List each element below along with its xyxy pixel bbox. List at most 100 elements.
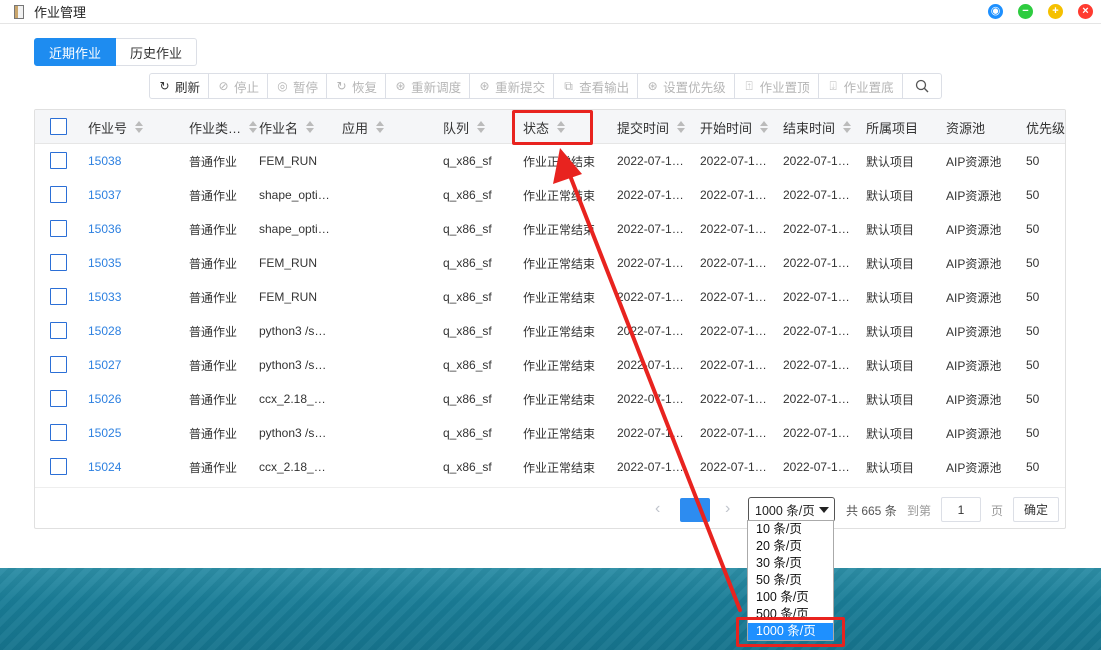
current-page-button[interactable] — [680, 498, 710, 522]
cell-id[interactable]: 15025 — [88, 416, 168, 450]
window-titlebar: 作业管理 ◉ − + × — [0, 0, 1101, 24]
page-size-option[interactable]: 50 条/页 — [748, 572, 833, 589]
table-row[interactable]: 15036 普通作业 shape_opti… q_x86_sf 作业正常结束 2022-0… — [35, 212, 1065, 246]
cell-app — [342, 144, 432, 178]
page-size-select[interactable]: 1000 条/页 — [748, 497, 835, 522]
cell-queue: q_x86_sf — [443, 154, 492, 168]
row-checkbox[interactable] — [50, 220, 67, 237]
cell-end: 2022-07-1… — [783, 358, 850, 372]
column-header[interactable]: 资源池 — [946, 110, 985, 144]
column-header[interactable]: 开始时间 — [700, 110, 769, 144]
select-all-checkbox[interactable] — [50, 118, 67, 135]
row-checkbox[interactable] — [50, 390, 67, 407]
cell-id[interactable]: 15036 — [88, 212, 168, 246]
table-row[interactable]: 15024 普通作业 ccx_2.18_… q_x86_sf 作业正常结束 2022-07… — [35, 450, 1065, 484]
page-size-option[interactable]: 10 条/页 — [748, 521, 833, 538]
highlight-box-status — [512, 110, 593, 145]
cell-pool: AIP资源池 — [946, 392, 1002, 407]
sort-icon[interactable] — [677, 121, 686, 133]
view-output-button[interactable]: ⧉ 查看输出 — [554, 74, 639, 98]
page-size-option[interactable]: 30 条/页 — [748, 555, 833, 572]
row-checkbox[interactable] — [50, 152, 67, 169]
close-icon[interactable]: × — [1078, 4, 1093, 19]
cell-submit: 2022-07-1… — [617, 154, 684, 168]
cell-id[interactable]: 15024 — [88, 450, 168, 484]
cell-start: 2022-07-1… — [700, 188, 767, 202]
stop-icon: ⊘ — [218, 79, 229, 93]
row-checkbox[interactable] — [50, 186, 67, 203]
maximize-icon[interactable]: + — [1048, 4, 1063, 19]
reschedule-button[interactable]: ⊛ 重新调度 — [386, 74, 471, 98]
cell-id[interactable]: 15038 — [88, 144, 168, 178]
sort-icon[interactable] — [760, 121, 769, 133]
table-row[interactable]: 15026 普通作业 ccx_2.18_… q_x86_sf 作业正常结束 2022-07… — [35, 382, 1065, 416]
tab-history-jobs[interactable]: 历史作业 — [116, 38, 198, 66]
table-row[interactable]: 15027 普通作业 python3 /s… q_x86_sf 作业正常结束 2022-0… — [35, 348, 1065, 382]
column-header[interactable]: 作业名 — [259, 110, 315, 144]
sort-icon[interactable] — [135, 121, 144, 133]
column-header[interactable]: 作业类… — [189, 110, 258, 144]
column-header[interactable]: 所属项目 — [866, 110, 918, 144]
column-header[interactable]: 队列 — [443, 110, 486, 144]
pin-top-button[interactable]: ⍐ 作业置顶 — [735, 74, 819, 98]
priority-button[interactable]: ⊛ 设置优先级 — [638, 74, 735, 98]
cell-id[interactable]: 15028 — [88, 314, 168, 348]
workspace: 近期作业 历史作业 ↻ 刷新 ⊘ 停止 ◎ 暂停 ↻ 恢复 ⊛ 重新调度 ⊛ 重新提交 ⧉ 查看输出 ⊛ 设置优… — [0, 25, 1101, 568]
cell-id[interactable]: 15027 — [88, 348, 168, 382]
cell-queue: q_x86_sf — [443, 222, 492, 236]
cell-id[interactable]: 15037 — [88, 178, 168, 212]
row-checkbox[interactable] — [50, 322, 67, 339]
page-size-option[interactable]: 20 条/页 — [748, 538, 833, 555]
prev-page-button[interactable]: ‹ — [655, 500, 660, 518]
sort-icon[interactable] — [477, 121, 486, 133]
page-size-option[interactable]: 100 条/页 — [748, 589, 833, 606]
resubmit-button[interactable]: ⊛ 重新提交 — [470, 74, 555, 98]
column-header[interactable]: 提交时间 — [617, 110, 686, 144]
table-row[interactable]: 15033 普通作业 FEM_RUN q_x86_sf 作业正常结束 2022-07-1…… — [35, 280, 1065, 314]
table-row[interactable]: 15037 普通作业 shape_opti… q_x86_sf 作业正常结束 2022-0… — [35, 178, 1065, 212]
cell-id[interactable]: 15033 — [88, 280, 168, 314]
minimize-icon[interactable]: − — [1018, 4, 1033, 19]
cell-id[interactable]: 15035 — [88, 246, 168, 280]
row-checkbox[interactable] — [50, 356, 67, 373]
row-checkbox[interactable] — [50, 424, 67, 441]
resume-button[interactable]: ↻ 恢复 — [327, 74, 387, 98]
next-page-button[interactable]: › — [725, 500, 730, 518]
table-row[interactable]: 15038 普通作业 FEM_RUN q_x86_sf 作业正常结束 2022-07-1…… — [35, 144, 1065, 178]
pin-bottom-icon: ⍗ — [829, 78, 837, 93]
sort-icon[interactable] — [376, 121, 385, 133]
pin-bottom-button[interactable]: ⍗ 作业置底 — [819, 74, 903, 98]
cell-priority: 50 — [1026, 256, 1040, 270]
search-button[interactable] — [903, 74, 941, 98]
table-row[interactable]: 15035 普通作业 FEM_RUN q_x86_sf 作业正常结束 2022-07-1…… — [35, 246, 1065, 280]
sort-icon[interactable] — [249, 121, 258, 133]
job-table: 作业号 作业类… 作业名 应用 队列 状态 提交时间 开始时间 结束时间 所属项目 资源池 优先级 1… — [34, 109, 1066, 529]
table-row[interactable]: 15028 普通作业 python3 /s… q_x86_sf 作业正常结束 2022-0… — [35, 314, 1065, 348]
row-checkbox[interactable] — [50, 458, 67, 475]
cell-project: 默认项目 — [866, 154, 915, 169]
column-header[interactable]: 作业号 — [88, 110, 144, 144]
table-row[interactable]: 15025 普通作业 python3 /s… q_x86_sf 作业正常结束 2022-0… — [35, 416, 1065, 450]
cell-queue: q_x86_sf — [443, 256, 492, 270]
pause-button[interactable]: ◎ 暂停 — [268, 74, 328, 98]
cell-start: 2022-07-1… — [700, 154, 767, 168]
goto-confirm-button[interactable]: 确定 — [1013, 497, 1059, 522]
stop-button[interactable]: ⊘ 停止 — [209, 74, 269, 98]
row-checkbox[interactable] — [50, 288, 67, 305]
sort-icon[interactable] — [306, 121, 315, 133]
cell-start: 2022-07-1… — [700, 426, 767, 440]
cell-end: 2022-07-1… — [783, 426, 850, 440]
cell-start: 2022-07-1… — [700, 222, 767, 236]
sort-icon[interactable] — [843, 121, 852, 133]
row-checkbox[interactable] — [50, 254, 67, 271]
cell-start: 2022-07-1… — [700, 392, 767, 406]
column-header[interactable]: 结束时间 — [783, 110, 852, 144]
target-icon[interactable]: ◉ — [988, 4, 1003, 19]
goto-page-input[interactable]: 1 — [941, 497, 981, 522]
column-header[interactable]: 应用 — [342, 110, 385, 144]
cell-submit: 2022-07-1… — [617, 324, 684, 338]
cell-id[interactable]: 15026 — [88, 382, 168, 416]
tab-recent-jobs[interactable]: 近期作业 — [34, 38, 117, 66]
column-header[interactable]: 优先级 — [1026, 110, 1065, 144]
refresh-button[interactable]: ↻ 刷新 — [150, 74, 210, 98]
